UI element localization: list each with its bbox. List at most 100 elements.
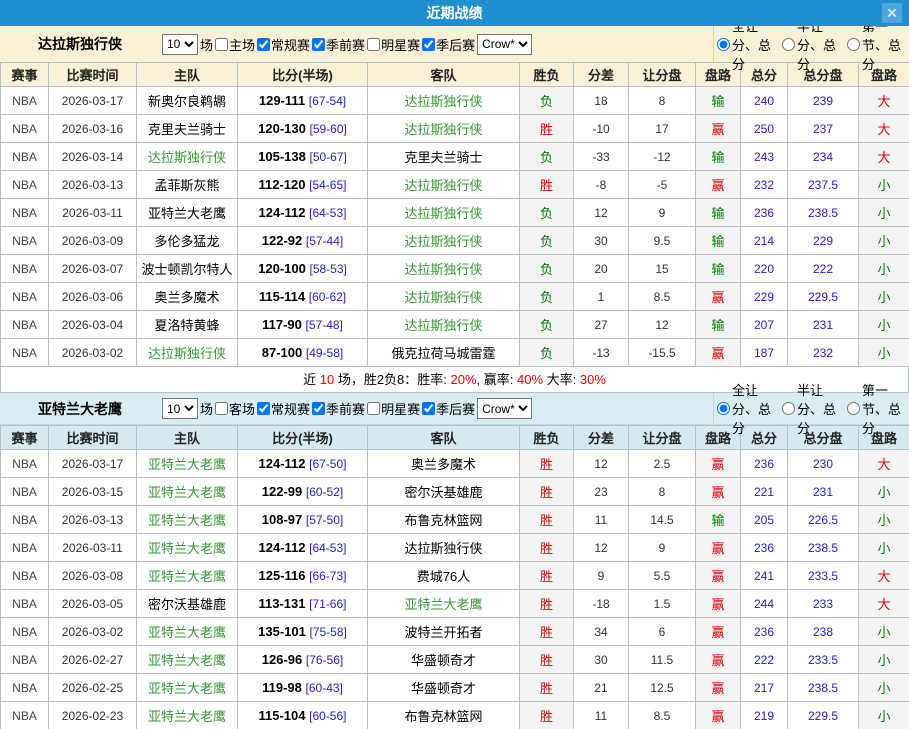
filter-checkbox-input[interactable] — [422, 402, 435, 415]
team1-games-count-select[interactable]: 10 — [162, 34, 198, 55]
odds-type-radio-input[interactable] — [717, 402, 730, 415]
league-cell: NBA — [1, 618, 49, 646]
total-line-cell: 234 — [788, 143, 859, 171]
away-team-cell: 达拉斯独行侠 — [368, 115, 520, 143]
total-line-cell: 232 — [788, 339, 859, 367]
filter-checkbox-input[interactable] — [312, 402, 325, 415]
league-cell: NBA — [1, 255, 49, 283]
win-loss-cell: 负 — [520, 199, 574, 227]
game-date-cell: 2026-03-11 — [49, 534, 137, 562]
game-row: NBA2026-03-17新奥尔良鹈鹕129-111 [67-54]达拉斯独行侠… — [1, 87, 909, 115]
score-cell: 119-98 [60-43] — [238, 674, 368, 702]
team2-games-count-select[interactable]: 10 — [162, 398, 198, 419]
team1-odds-source-select[interactable]: Crow* — [477, 34, 532, 55]
column-header: 主队 — [137, 63, 238, 87]
league-cell: NBA — [1, 311, 49, 339]
filter-checkbox-input[interactable] — [367, 402, 380, 415]
game-row: NBA2026-03-06奥兰多魔术115-114 [60-62]达拉斯独行侠负… — [1, 283, 909, 311]
odds-type-radio-input[interactable] — [847, 402, 860, 415]
win-loss-cell: 负 — [520, 283, 574, 311]
filter-checkbox[interactable]: 常规赛 — [255, 35, 310, 54]
filter-checkbox[interactable]: 季前赛 — [310, 35, 365, 54]
game-row: NBA2026-03-15亚特兰大老鹰122-99 [60-52]密尔沃基雄鹿胜… — [1, 478, 909, 506]
filter-checkbox-label: 季后赛 — [436, 35, 475, 54]
handicap-result-cell: 赢 — [696, 702, 741, 729]
handicap-result-cell: 赢 — [696, 450, 741, 478]
filter-checkbox[interactable]: 客场 — [213, 399, 255, 418]
league-cell: NBA — [1, 506, 49, 534]
win-loss-cell: 负 — [520, 227, 574, 255]
filter-checkbox-input[interactable] — [215, 38, 228, 51]
point-diff-cell: 21 — [574, 674, 629, 702]
total-points-cell: 236 — [741, 534, 788, 562]
close-icon[interactable]: ✕ — [882, 3, 902, 23]
filter-checkbox[interactable]: 明星赛 — [365, 35, 420, 54]
score-cell: 115-114 [60-62] — [238, 283, 368, 311]
filter-checkbox-input[interactable] — [257, 402, 270, 415]
game-row: NBA2026-03-04夏洛特黄蜂117-90 [57-48]达拉斯独行侠负2… — [1, 311, 909, 339]
over-under-cell: 小 — [859, 339, 909, 367]
odds-type-radio-input[interactable] — [782, 402, 795, 415]
over-under-cell: 小 — [859, 478, 909, 506]
half-score: [60-52] — [306, 485, 343, 499]
league-cell: NBA — [1, 115, 49, 143]
over-under-cell: 大 — [859, 450, 909, 478]
filter-checkbox-input[interactable] — [215, 402, 228, 415]
win-loss-cell: 胜 — [520, 450, 574, 478]
game-row: NBA2026-02-23亚特兰大老鹰115-104 [60-56]布鲁克林篮网… — [1, 702, 909, 729]
game-row: NBA2026-03-17亚特兰大老鹰124-112 [67-50]奥兰多魔术胜… — [1, 450, 909, 478]
filter-checkbox-input[interactable] — [257, 38, 270, 51]
home-team-cell: 亚特兰大老鹰 — [137, 562, 238, 590]
handicap-result-cell: 输 — [696, 87, 741, 115]
filter-checkbox[interactable]: 主场 — [213, 35, 255, 54]
total-points-cell: 232 — [741, 171, 788, 199]
win-loss-cell: 负 — [520, 87, 574, 115]
home-team-cell: 亚特兰大老鹰 — [137, 506, 238, 534]
game-date-cell: 2026-03-14 — [49, 143, 137, 171]
filter-checkbox[interactable]: 明星赛 — [365, 399, 420, 418]
filter-checkbox-label: 主场 — [229, 35, 255, 54]
game-row: NBA2026-03-05密尔沃基雄鹿113-131 [71-66]亚特兰大老鹰… — [1, 590, 909, 618]
game-date-cell: 2026-03-08 — [49, 562, 137, 590]
filter-checkbox[interactable]: 季后赛 — [420, 35, 475, 54]
game-row: NBA2026-03-11亚特兰大老鹰124-112 [64-53]达拉斯独行侠… — [1, 534, 909, 562]
filter-checkbox[interactable]: 季前赛 — [310, 399, 365, 418]
point-diff-cell: 34 — [574, 618, 629, 646]
away-team-cell: 华盛顿奇才 — [368, 674, 520, 702]
handicap-line-cell: 8.5 — [629, 702, 696, 729]
point-diff-cell: 20 — [574, 255, 629, 283]
half-score: [60-56] — [309, 709, 346, 723]
odds-type-radio-input[interactable] — [847, 38, 860, 51]
filter-checkbox[interactable]: 季后赛 — [420, 399, 475, 418]
win-loss-cell: 胜 — [520, 478, 574, 506]
away-team-cell: 克里夫兰骑士 — [368, 143, 520, 171]
win-loss-cell: 胜 — [520, 534, 574, 562]
game-date-cell: 2026-03-13 — [49, 171, 137, 199]
home-team-cell: 亚特兰大老鹰 — [137, 478, 238, 506]
half-score: [75-58] — [309, 625, 346, 639]
odds-type-radio-input[interactable] — [782, 38, 795, 51]
column-header: 让分盘 — [629, 426, 696, 450]
filter-checkbox-input[interactable] — [367, 38, 380, 51]
total-line-cell: 233.5 — [788, 562, 859, 590]
handicap-result-cell: 输 — [696, 506, 741, 534]
handicap-result-cell: 赢 — [696, 674, 741, 702]
filter-checkbox[interactable]: 常规赛 — [255, 399, 310, 418]
team2-odds-source-select[interactable]: Crow* — [477, 398, 532, 419]
half-score: [64-53] — [309, 541, 346, 555]
total-line-cell: 233.5 — [788, 646, 859, 674]
league-cell: NBA — [1, 702, 49, 729]
odds-type-radio-input[interactable] — [717, 38, 730, 51]
filter-checkbox-label: 常规赛 — [271, 399, 310, 418]
over-under-cell: 小 — [859, 171, 909, 199]
handicap-result-cell: 赢 — [696, 478, 741, 506]
game-date-cell: 2026-03-17 — [49, 87, 137, 115]
over-under-cell: 大 — [859, 115, 909, 143]
filter-checkbox-input[interactable] — [312, 38, 325, 51]
total-line-cell: 231 — [788, 311, 859, 339]
home-team-cell: 亚特兰大老鹰 — [137, 199, 238, 227]
filter-checkbox-input[interactable] — [422, 38, 435, 51]
over-under-cell: 小 — [859, 506, 909, 534]
team2-table-header-row: 赛事比赛时间主队比分(半场)客队胜负分差让分盘盘路总分总分盘盘路 — [1, 426, 909, 450]
win-loss-cell: 胜 — [520, 115, 574, 143]
